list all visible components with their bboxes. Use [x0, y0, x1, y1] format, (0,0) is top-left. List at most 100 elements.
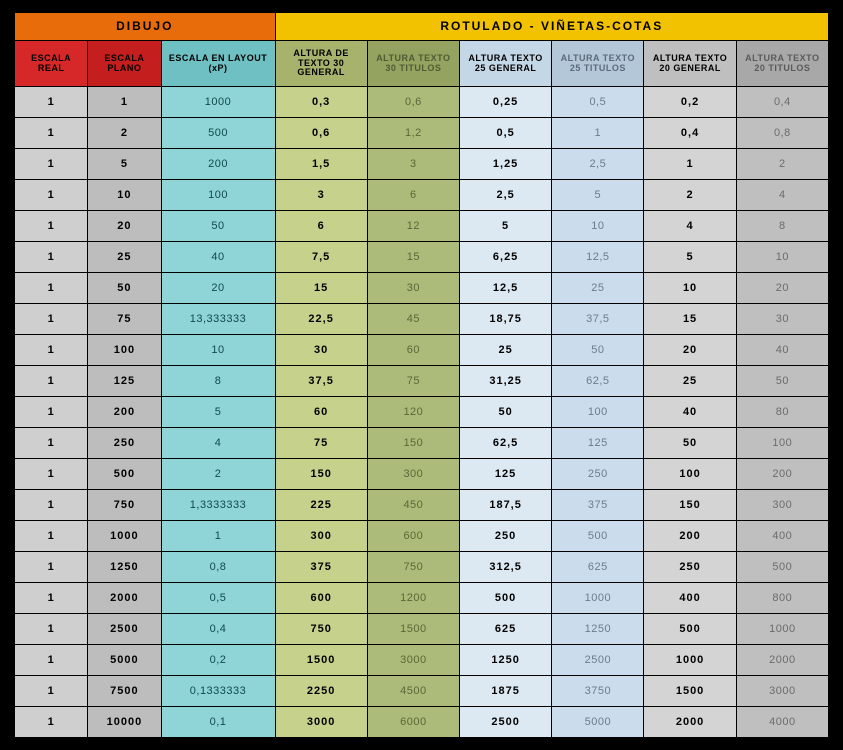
col-header-t20-titulos: ALTURA TEXTO 20 TITULOS [736, 41, 828, 87]
cell-t20g: 20 [644, 335, 736, 366]
cell-layout: 0,1 [161, 707, 275, 738]
cell-t20g: 150 [644, 490, 736, 521]
cell-t20t: 8 [736, 211, 828, 242]
cell-t30g: 30 [275, 335, 367, 366]
cell-real: 1 [15, 676, 88, 707]
cell-layout: 2 [161, 459, 275, 490]
cell-plano: 5 [88, 149, 161, 180]
table-row: 120000,560012005001000400800 [15, 583, 829, 614]
cell-t25g: 62,5 [459, 428, 551, 459]
cell-plano: 1 [88, 87, 161, 118]
cell-plano: 75 [88, 304, 161, 335]
cell-real: 1 [15, 397, 88, 428]
table-row: 150000,2150030001250250010002000 [15, 645, 829, 676]
cell-t25t: 375 [552, 490, 644, 521]
cell-t20g: 250 [644, 552, 736, 583]
cell-real: 1 [15, 645, 88, 676]
cell-layout: 10 [161, 335, 275, 366]
cell-t25t: 25 [552, 273, 644, 304]
table-row: 1125837,57531,2562,52550 [15, 366, 829, 397]
cell-t25t: 12,5 [552, 242, 644, 273]
cell-t20t: 10 [736, 242, 828, 273]
cell-real: 1 [15, 335, 88, 366]
cell-t20g: 0,4 [644, 118, 736, 149]
cell-t20t: 30 [736, 304, 828, 335]
cell-t30g: 375 [275, 552, 367, 583]
cell-t30g: 37,5 [275, 366, 367, 397]
cell-t20g: 100 [644, 459, 736, 490]
cell-t30t: 60 [367, 335, 459, 366]
cell-t20t: 40 [736, 335, 828, 366]
cell-t30t: 120 [367, 397, 459, 428]
cell-t25g: 12,5 [459, 273, 551, 304]
cell-t20g: 40 [644, 397, 736, 428]
table-row: 15002150300125250100200 [15, 459, 829, 490]
cell-layout: 0,4 [161, 614, 275, 645]
table-row: 125407,5156,2512,5510 [15, 242, 829, 273]
cell-t20t: 800 [736, 583, 828, 614]
super-header-rotulado: ROTULADO - VIÑETAS-COTAS [275, 13, 828, 41]
cell-t20g: 1000 [644, 645, 736, 676]
table-row: 125047515062,512550100 [15, 428, 829, 459]
cell-t25t: 1250 [552, 614, 644, 645]
super-header-dibujo: DIBUJO [15, 13, 276, 41]
cell-real: 1 [15, 707, 88, 738]
table-row: 110100362,5524 [15, 180, 829, 211]
cell-plano: 50 [88, 273, 161, 304]
cell-t25g: 0,5 [459, 118, 551, 149]
cell-real: 1 [15, 118, 88, 149]
cell-t30g: 15 [275, 273, 367, 304]
table-row: 17501,3333333225450187,5375150300 [15, 490, 829, 521]
cell-plano: 25 [88, 242, 161, 273]
cell-t30t: 6000 [367, 707, 459, 738]
cell-plano: 1000 [88, 521, 161, 552]
cell-t25g: 500 [459, 583, 551, 614]
cell-t30t: 450 [367, 490, 459, 521]
cell-layout: 1000 [161, 87, 275, 118]
cell-t25t: 62,5 [552, 366, 644, 397]
scale-table-container: DIBUJO ROTULADO - VIÑETAS-COTAS ESCALA R… [0, 0, 843, 750]
cell-plano: 10 [88, 180, 161, 211]
cell-t20t: 100 [736, 428, 828, 459]
cell-real: 1 [15, 366, 88, 397]
cell-t25g: 1875 [459, 676, 551, 707]
cell-t25t: 3750 [552, 676, 644, 707]
cell-t25g: 0,25 [459, 87, 551, 118]
cell-t20g: 5 [644, 242, 736, 273]
cell-layout: 0,2 [161, 645, 275, 676]
cell-t25g: 6,25 [459, 242, 551, 273]
cell-layout: 20 [161, 273, 275, 304]
cell-t30g: 3 [275, 180, 367, 211]
cell-layout: 1 [161, 521, 275, 552]
cell-t20t: 1000 [736, 614, 828, 645]
table-row: 125000,61,20,510,40,8 [15, 118, 829, 149]
cell-layout: 0,1333333 [161, 676, 275, 707]
col-header-t25-titulos: ALTURA TEXTO 25 TITULOS [552, 41, 644, 87]
cell-t25t: 5000 [552, 707, 644, 738]
table-row: 125000,4750150062512505001000 [15, 614, 829, 645]
cell-t20t: 2000 [736, 645, 828, 676]
table-row: 17513,33333322,54518,7537,51530 [15, 304, 829, 335]
cell-t25g: 5 [459, 211, 551, 242]
cell-layout: 100 [161, 180, 275, 211]
cell-t20g: 2 [644, 180, 736, 211]
cell-layout: 4 [161, 428, 275, 459]
cell-layout: 5 [161, 397, 275, 428]
cell-t25t: 2,5 [552, 149, 644, 180]
cell-t30g: 1,5 [275, 149, 367, 180]
cell-layout: 0,8 [161, 552, 275, 583]
cell-layout: 1,3333333 [161, 490, 275, 521]
cell-t30g: 1500 [275, 645, 367, 676]
cell-t30t: 3000 [367, 645, 459, 676]
cell-layout: 200 [161, 149, 275, 180]
table-row: 15020153012,5251020 [15, 273, 829, 304]
cell-t25g: 2500 [459, 707, 551, 738]
cell-t25g: 18,75 [459, 304, 551, 335]
cell-layout: 13,333333 [161, 304, 275, 335]
cell-t30g: 0,3 [275, 87, 367, 118]
cell-t25t: 1000 [552, 583, 644, 614]
table-row: 152001,531,252,512 [15, 149, 829, 180]
table-row: 1110000,30,60,250,50,20,4 [15, 87, 829, 118]
cell-t25t: 1 [552, 118, 644, 149]
cell-plano: 2000 [88, 583, 161, 614]
